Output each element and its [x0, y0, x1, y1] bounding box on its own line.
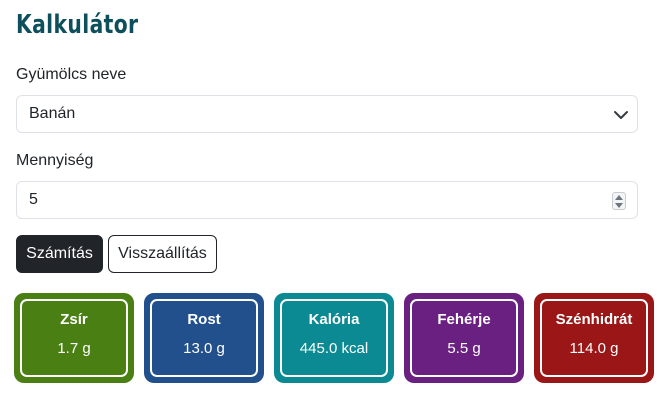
fruit-select[interactable]: Banán: [16, 95, 638, 133]
result-card-body: Zsír 1.7 g: [20, 299, 128, 377]
chevron-down-icon: [614, 111, 628, 119]
reset-button[interactable]: Visszaállítás: [108, 235, 217, 273]
result-value: 13.0 g: [183, 340, 225, 357]
quantity-label: Mennyiség: [16, 152, 94, 169]
result-card-fiber: Rost 13.0 g: [144, 293, 264, 383]
quantity-value: 5: [29, 191, 38, 208]
calculate-button[interactable]: Számítás: [16, 235, 103, 273]
result-name: Zsír: [60, 311, 88, 328]
result-name: Rost: [187, 311, 221, 328]
spin-down-icon[interactable]: [615, 202, 623, 208]
result-card-body: Kalória 445.0 kcal: [280, 299, 388, 377]
result-card-body: Rost 13.0 g: [150, 299, 258, 377]
quantity-stepper[interactable]: [612, 192, 626, 210]
result-card-calories: Kalória 445.0 kcal: [274, 293, 394, 383]
result-name: Fehérje: [437, 311, 491, 328]
result-card-body: Fehérje 5.5 g: [410, 299, 518, 377]
result-value: 445.0 kcal: [299, 340, 369, 357]
result-card-body: Szénhidrát 114.0 g: [540, 299, 648, 377]
fruit-label: Gyümölcs neve: [16, 66, 127, 83]
result-card-carbs: Szénhidrát 114.0 g: [534, 293, 654, 383]
spin-up-icon[interactable]: [615, 194, 623, 200]
result-name: Kalória: [308, 311, 360, 328]
fruit-selected-value: Banán: [29, 105, 76, 122]
result-card-fat: Zsír 1.7 g: [14, 293, 134, 383]
result-value: 114.0 g: [569, 340, 619, 357]
result-name: Szénhidrát: [555, 311, 633, 328]
result-value: 5.5 g: [447, 340, 481, 357]
quantity-input[interactable]: 5: [16, 181, 638, 219]
result-value: 1.7 g: [57, 340, 91, 357]
page-title: Kalkulátor: [16, 10, 139, 40]
result-card-protein: Fehérje 5.5 g: [404, 293, 524, 383]
